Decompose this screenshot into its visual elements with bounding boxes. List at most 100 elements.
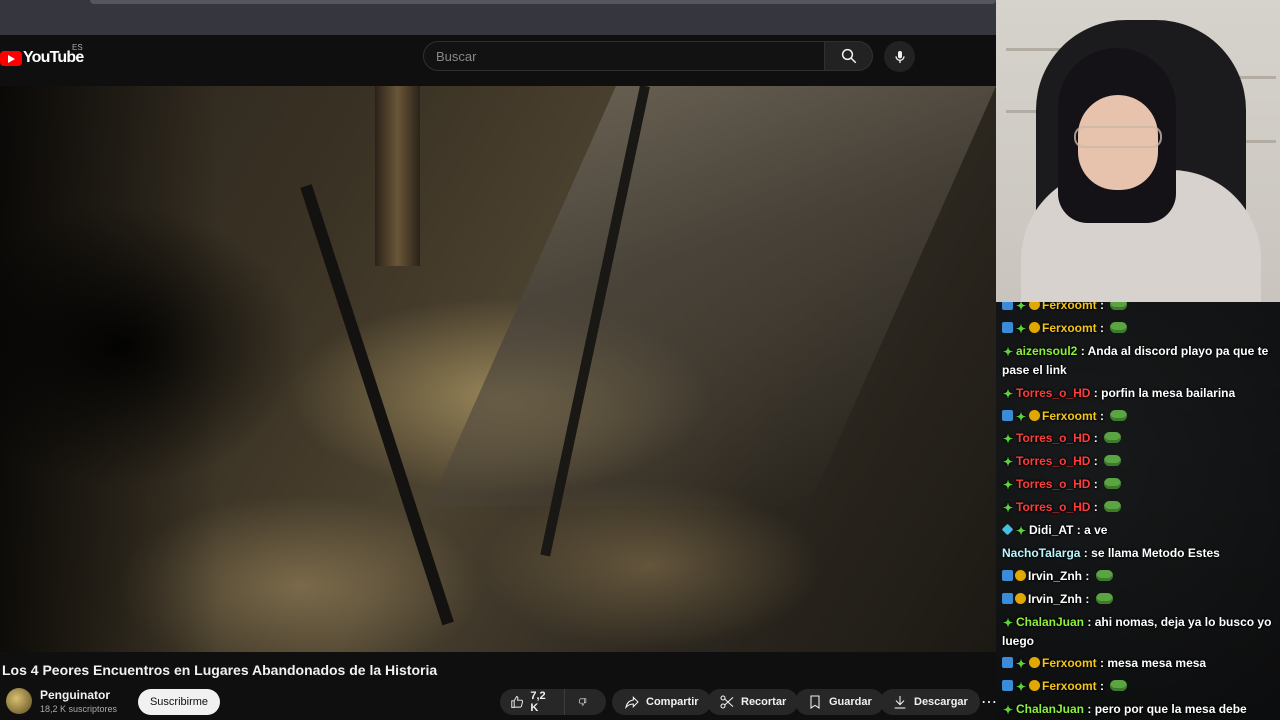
like-button[interactable]: 7,2 K: [500, 689, 564, 715]
channel-avatar[interactable]: [6, 688, 32, 714]
frog-emote-icon: [1104, 455, 1122, 467]
download-icon: [894, 696, 906, 709]
browser-top-bar: [0, 0, 996, 35]
search-input[interactable]: Buscar: [423, 41, 825, 71]
clip-group: Recortar: [707, 689, 799, 715]
chat-message: ✦ Torres_o_HD :: [1002, 452, 1277, 471]
chat-username[interactable]: Torres_o_HD: [1016, 500, 1090, 514]
coin-badge-icon: [1029, 409, 1040, 421]
chat-username[interactable]: aizensoul2: [1016, 344, 1077, 358]
frog-emote-icon: [1104, 501, 1122, 513]
chat-username[interactable]: Torres_o_HD: [1016, 477, 1090, 491]
plus-badge-icon: ✦: [1002, 455, 1014, 470]
channel-info[interactable]: Penguinator 18,2 K suscriptores: [6, 688, 117, 714]
video-title: Los 4 Peores Encuentros en Lugares Aband…: [2, 662, 438, 678]
share-icon: [625, 696, 639, 710]
chat-username[interactable]: Ferxoomt: [1042, 321, 1097, 335]
chat-message: ✦ aizensoul2 : Anda al discord playo pa q…: [1002, 342, 1277, 380]
frog-emote-icon: [1110, 680, 1128, 692]
country-code: ES: [72, 43, 83, 52]
chat-separator: :: [1080, 545, 1092, 560]
streamer-webcam: [996, 0, 1280, 302]
frog-emote-icon: [1104, 478, 1122, 490]
chat-message: ✦ Ferxoomt :: [1002, 302, 1277, 315]
chat-separator: :: [1082, 568, 1093, 583]
search-button[interactable]: [825, 41, 873, 71]
plus-badge-icon: ✦: [1002, 703, 1014, 718]
moderator-badge-icon: [1002, 680, 1013, 692]
video-player[interactable]: [0, 86, 996, 652]
chat-message: ✦ Torres_o_HD :: [1002, 498, 1277, 517]
youtube-play-icon: [0, 50, 22, 66]
subscriber-count: 18,2 K suscriptores: [40, 704, 118, 714]
video-frame-shadow: [0, 86, 220, 652]
chat-username[interactable]: Irvin_Znh: [1028, 569, 1082, 583]
chat-message: ✦ Ferxoomt :: [1002, 407, 1277, 426]
chat-message: Irvin_Znh :: [1002, 590, 1277, 609]
share-group: Compartir: [612, 689, 711, 715]
chat-username[interactable]: Torres_o_HD: [1016, 386, 1090, 400]
scissors-icon: [720, 695, 734, 709]
moderator-badge-icon: [1002, 569, 1013, 581]
chat-separator: :: [1096, 656, 1108, 671]
channel-name[interactable]: Penguinator: [40, 688, 117, 702]
chat-message: ✦ Ferxoomt :: [1002, 677, 1277, 696]
thumbs-up-icon: [511, 696, 524, 708]
download-group: Descargar: [880, 689, 980, 715]
chat-username[interactable]: Ferxoomt: [1042, 302, 1097, 312]
chat-text: a ve: [1084, 523, 1108, 538]
moderator-badge-icon: [1002, 657, 1013, 669]
thumbs-down-icon: [578, 698, 587, 706]
download-label: Descargar: [914, 696, 968, 708]
chat-username[interactable]: Didi_AT: [1029, 523, 1073, 537]
clip-button[interactable]: Recortar: [707, 689, 799, 715]
chat-username[interactable]: Irvin_Znh: [1028, 592, 1082, 606]
chat-message: ✦ ChalanJuan : ahi nomas, deja ya lo busc…: [1002, 613, 1277, 651]
chat-separator: :: [1090, 500, 1102, 515]
chat-separator: :: [1096, 408, 1108, 423]
clip-label: Recortar: [741, 696, 787, 708]
chat-separator: :: [1084, 702, 1095, 717]
video-frame-wall: [429, 86, 996, 506]
chat-message: ✦ Ferxoomt :: [1002, 319, 1277, 338]
save-button[interactable]: Guardar: [795, 689, 884, 715]
chat-separator: :: [1084, 614, 1095, 629]
chat-separator: :: [1090, 385, 1102, 400]
coin-badge-icon: [1029, 302, 1040, 310]
plus-badge-icon: ✦: [1015, 524, 1027, 539]
share-button[interactable]: Compartir: [612, 689, 711, 715]
plus-badge-icon: ✦: [1015, 321, 1027, 336]
coin-badge-icon: [1015, 569, 1026, 581]
microphone-icon: [894, 50, 905, 63]
chat-message: ✦ ChalanJuan : pero por que la mesa debe …: [1002, 700, 1277, 720]
browser-tab-strip[interactable]: [90, 0, 996, 4]
chat-username[interactable]: Ferxoomt: [1042, 656, 1097, 670]
chat-separator: :: [1077, 343, 1088, 358]
frog-emote-icon: [1110, 302, 1128, 310]
coin-badge-icon: [1029, 680, 1040, 692]
chat-message: ✦ Torres_o_HD :: [1002, 429, 1277, 448]
youtube-header: YouTube ES Buscar: [0, 35, 996, 86]
coin-badge-icon: [1029, 657, 1040, 669]
moderator-badge-icon: [1002, 321, 1013, 333]
voice-search-button[interactable]: [884, 41, 915, 72]
download-button[interactable]: Descargar: [880, 689, 980, 715]
youtube-logo[interactable]: YouTube ES: [0, 43, 84, 69]
plus-badge-icon: ✦: [1002, 344, 1014, 359]
plus-badge-icon: ✦: [1002, 615, 1014, 630]
chat-username[interactable]: Torres_o_HD: [1016, 454, 1090, 468]
chat-username[interactable]: Torres_o_HD: [1016, 431, 1090, 445]
chat-username[interactable]: Ferxoomt: [1042, 679, 1097, 693]
video-frame-beam: [375, 86, 420, 266]
chat-username[interactable]: Ferxoomt: [1042, 409, 1097, 423]
coin-badge-icon: [1015, 592, 1026, 604]
bookmark-icon: [810, 695, 820, 709]
chat-username[interactable]: NachoTalarga: [1002, 546, 1080, 560]
coin-badge-icon: [1029, 321, 1040, 333]
chat-username[interactable]: ChalanJuan: [1016, 702, 1084, 716]
chat-username[interactable]: ChalanJuan: [1016, 615, 1084, 629]
subscribe-button[interactable]: Suscribirme: [138, 689, 220, 715]
chat-text: porfin la mesa bailarina: [1101, 385, 1236, 400]
dislike-button[interactable]: [564, 689, 606, 715]
chat-separator: :: [1090, 477, 1102, 492]
